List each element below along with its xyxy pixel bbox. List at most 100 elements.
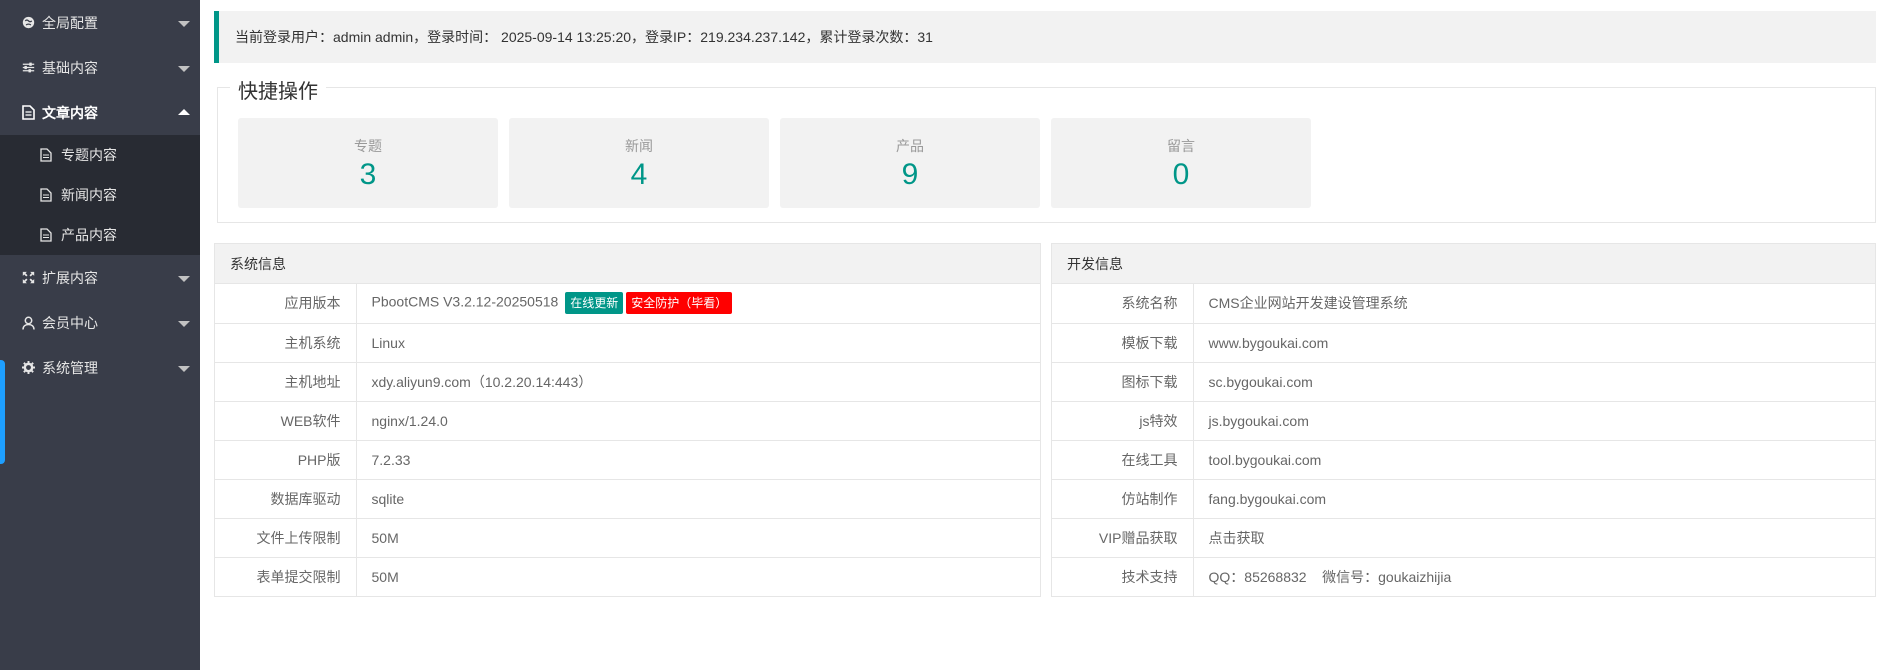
document-icon — [20, 105, 36, 121]
floating-edge-tab[interactable] — [0, 360, 5, 464]
table-row: js特效 js.bygoukai.com — [1052, 400, 1875, 440]
system-info-title: 系统信息 — [215, 244, 1040, 284]
sidebar-item-label: 基础内容 — [42, 59, 98, 76]
sidebar-item-extend-content[interactable]: 扩展内容 — [0, 255, 200, 300]
online-update-badge[interactable]: 在线更新 — [565, 292, 624, 315]
sidebar-item-article-content[interactable]: 文章内容 — [0, 90, 200, 135]
app-version-value: PbootCMS V3.2.12-20250518 — [371, 293, 559, 310]
sidebar-item-product-content[interactable]: 产品内容 — [0, 215, 200, 255]
table-row: 主机系统 Linux — [215, 322, 1040, 362]
expand-icon — [20, 270, 36, 286]
row-value: Linux — [356, 322, 1040, 362]
sidebar-item-label: 会员中心 — [42, 314, 98, 331]
row-key: 仿站制作 — [1052, 478, 1194, 518]
row-key: 数据库驱动 — [215, 478, 357, 518]
chevron-down-icon — [178, 320, 190, 327]
gear-icon — [20, 360, 36, 376]
table-row: 主机地址 xdy.aliyun9.com（10.2.20.14:443） — [215, 361, 1040, 401]
globe-icon — [20, 15, 36, 31]
row-value: nginx/1.24.0 — [356, 400, 1040, 440]
quick-card-label: 产品 — [896, 138, 924, 154]
quick-card-label: 新闻 — [625, 138, 653, 154]
sidebar-item-global-config[interactable]: 全局配置 — [0, 0, 200, 45]
row-key: 应用版本 — [215, 284, 357, 323]
table-row: VIP赠品获取 点击获取 — [1052, 517, 1875, 557]
quick-card-count: 9 — [901, 158, 919, 191]
quick-card-count: 0 — [1172, 158, 1190, 191]
login-info-text: 当前登录用户：admin admin，登录时间： 2025-09-14 13:2… — [235, 29, 933, 45]
row-value: xdy.aliyun9.com（10.2.20.14:443） — [356, 361, 1040, 401]
row-value: sqlite — [356, 478, 1040, 518]
main-content: 当前登录用户：admin admin，登录时间： 2025-09-14 13:2… — [200, 0, 1891, 670]
row-key: 表单提交限制 — [215, 556, 357, 596]
quick-actions-title: 快捷操作 — [230, 75, 326, 104]
chevron-down-icon — [178, 20, 190, 27]
clone-site-link[interactable]: fang.bygoukai.com — [1193, 478, 1875, 518]
sidebar-item-member-center[interactable]: 会员中心 — [0, 300, 200, 345]
table-row: 模板下载 www.bygoukai.com — [1052, 322, 1875, 362]
system-info-table: 应用版本 PbootCMS V3.2.12-20250518 在线更新 安全防护（… — [215, 284, 1040, 596]
chevron-up-icon — [178, 108, 190, 115]
sidebar-item-news-content[interactable]: 新闻内容 — [0, 175, 200, 215]
row-key: 主机地址 — [215, 361, 357, 401]
row-key: 在线工具 — [1052, 439, 1194, 479]
quick-card-product[interactable]: 产品 9 — [780, 118, 1040, 208]
login-info-bar: 当前登录用户：admin admin，登录时间： 2025-09-14 13:2… — [214, 11, 1876, 63]
sidebar: 全局配置 基础内容 文章内容 专题内容 新闻内容 产品内容 扩展内容 会员中心 … — [0, 0, 200, 670]
vip-gift-link[interactable]: 点击获取 — [1193, 517, 1875, 557]
row-value: CMS企业网站开发建设管理系统 — [1208, 295, 1408, 312]
icon-download-link[interactable]: sc.bygoukai.com — [1193, 361, 1875, 401]
table-row: PHP版 7.2.33 — [215, 439, 1040, 479]
sidebar-item-system-manage[interactable]: 系统管理 — [0, 345, 200, 390]
file-icon — [40, 148, 54, 162]
chevron-down-icon — [178, 365, 190, 372]
security-protect-badge[interactable]: 安全防护（毕看） — [626, 292, 733, 315]
table-row: 数据库驱动 sqlite — [215, 478, 1040, 518]
chevron-down-icon — [178, 275, 190, 282]
dev-info-table: 系统名称 CMS企业网站开发建设管理系统 模板下载 www.bygoukai.c… — [1052, 284, 1875, 596]
dev-info-title: 开发信息 — [1052, 244, 1875, 284]
row-key: PHP版 — [215, 439, 357, 479]
sidebar-item-label: 全局配置 — [42, 14, 98, 31]
sidebar-item-basic-content[interactable]: 基础内容 — [0, 45, 200, 90]
row-key: 图标下载 — [1052, 361, 1194, 401]
online-tools-link[interactable]: tool.bygoukai.com — [1193, 439, 1875, 479]
sidebar-subitem-label: 产品内容 — [61, 227, 117, 243]
quick-card-message[interactable]: 留言 0 — [1051, 118, 1311, 208]
js-effects-link[interactable]: js.bygoukai.com — [1193, 400, 1875, 440]
sidebar-subitem-label: 专题内容 — [61, 147, 117, 163]
table-row: 仿站制作 fang.bygoukai.com — [1052, 478, 1875, 518]
row-key: 文件上传限制 — [215, 517, 357, 557]
table-row: 系统名称 CMS企业网站开发建设管理系统 — [1052, 284, 1875, 323]
table-row: 应用版本 PbootCMS V3.2.12-20250518 在线更新 安全防护（… — [215, 284, 1040, 323]
table-row: 图标下载 sc.bygoukai.com — [1052, 361, 1875, 401]
quick-card-topic[interactable]: 专题 3 — [238, 118, 498, 208]
file-icon — [40, 228, 54, 242]
quick-card-count: 4 — [630, 158, 648, 191]
table-row: WEB软件 nginx/1.24.0 — [215, 400, 1040, 440]
sliders-icon — [20, 60, 36, 76]
template-download-link[interactable]: www.bygoukai.com — [1193, 322, 1875, 362]
row-key: 技术支持 — [1052, 556, 1194, 596]
quick-card-label: 专题 — [354, 138, 382, 154]
file-icon — [40, 188, 54, 202]
row-value: 7.2.33 — [356, 439, 1040, 479]
sidebar-submenu: 专题内容 新闻内容 产品内容 — [0, 135, 200, 255]
row-value: 50M — [356, 556, 1040, 596]
row-key: js特效 — [1052, 400, 1194, 440]
quick-card-news[interactable]: 新闻 4 — [509, 118, 769, 208]
sidebar-item-topic-content[interactable]: 专题内容 — [0, 135, 200, 175]
tech-support-value: QQ：85268832 微信号：goukaizhijia — [1193, 556, 1875, 596]
sidebar-item-label: 文章内容 — [42, 104, 98, 121]
dev-info-panel: 开发信息 系统名称 CMS企业网站开发建设管理系统 模板下载 www.bygou… — [1051, 243, 1876, 597]
row-key: 系统名称 — [1052, 284, 1194, 323]
table-row: 表单提交限制 50M — [215, 556, 1040, 596]
table-row: 在线工具 tool.bygoukai.com — [1052, 439, 1875, 479]
sidebar-item-label: 系统管理 — [42, 359, 98, 376]
quick-card-count: 3 — [359, 158, 377, 191]
table-row: 文件上传限制 50M — [215, 517, 1040, 557]
quick-actions-fieldset: 快捷操作 专题 3 新闻 4 产品 9 留言 0 — [217, 75, 1876, 223]
table-row: 技术支持 QQ：85268832 微信号：goukaizhijia — [1052, 556, 1875, 596]
chevron-down-icon — [178, 65, 190, 72]
row-key: WEB软件 — [215, 400, 357, 440]
